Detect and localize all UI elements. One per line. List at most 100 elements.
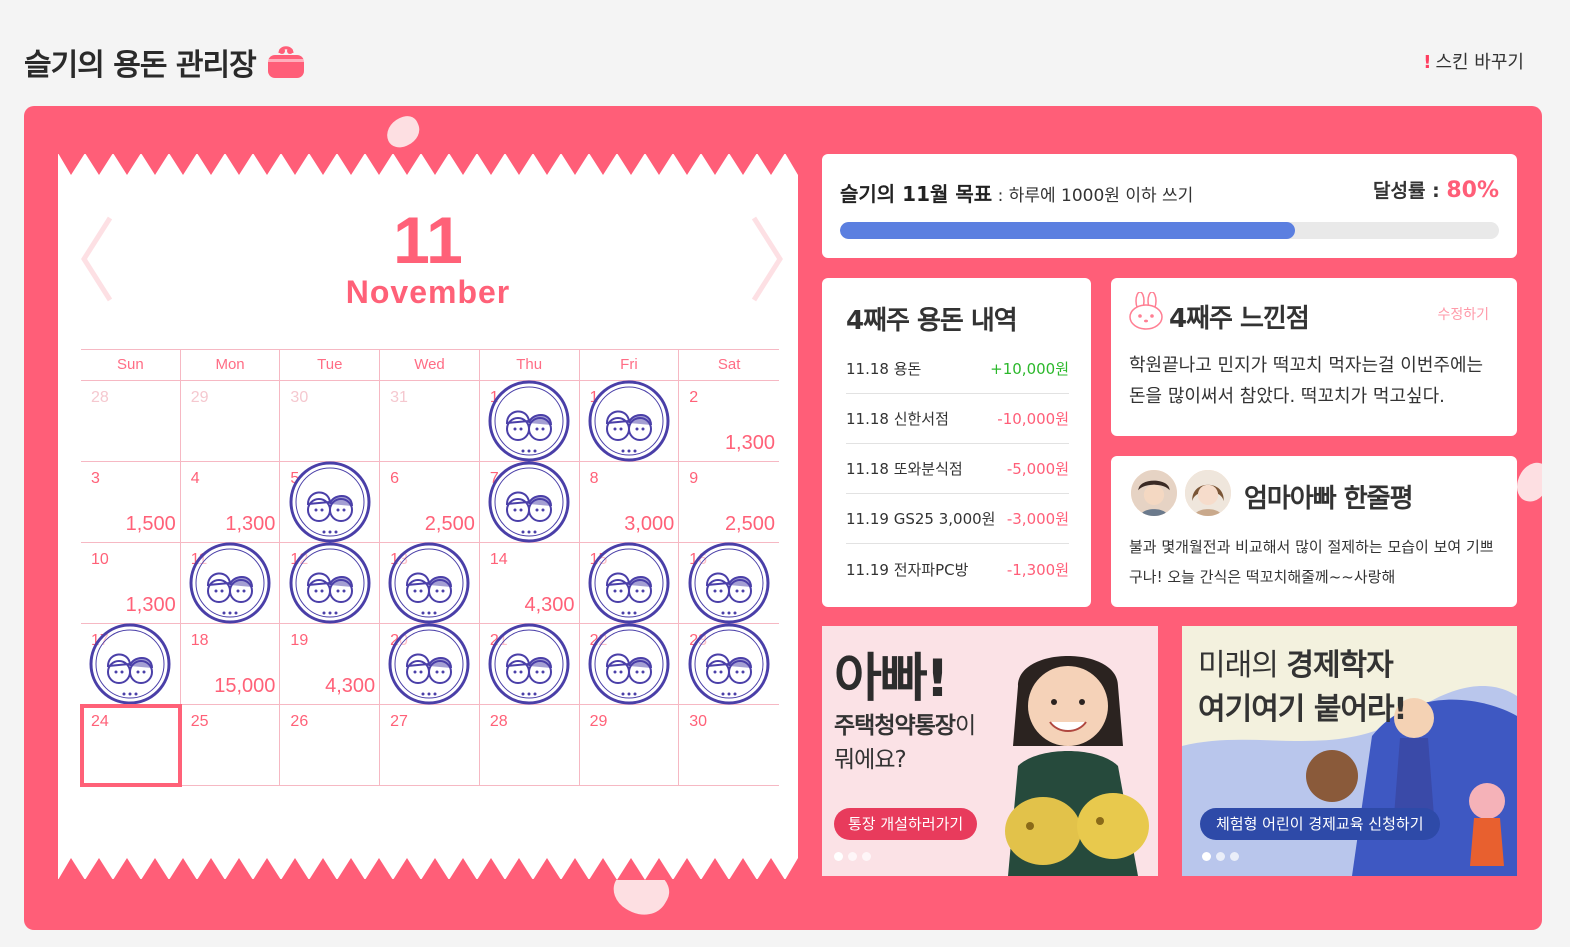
weekday-sat: Sat xyxy=(717,356,741,373)
weekday-wed: Wed xyxy=(380,350,480,380)
day-number: 11 xyxy=(190,551,208,568)
ledger-item: 11.18 또와분식점 -5,000원 xyxy=(846,444,1069,494)
calendar-day[interactable]: 26 xyxy=(280,705,381,786)
day-number: 27 xyxy=(390,713,408,730)
day-spent-amount: 1,300 xyxy=(225,513,276,535)
ad2-line2: 여기여기 붙어라! xyxy=(1198,692,1407,727)
calendar-day[interactable]: 15 xyxy=(579,542,680,624)
day-number: 30 xyxy=(290,389,309,406)
weekday-header: Sun Mon Tue Wed Thu Fri Sat xyxy=(81,349,779,381)
day-number: 9 xyxy=(689,470,699,487)
calendar-day[interactable]: 4 1,300 xyxy=(180,462,281,543)
calendar-day[interactable]: 9 2,500 xyxy=(679,462,779,543)
carousel-dot[interactable] xyxy=(834,852,843,861)
month-name: November xyxy=(345,274,511,310)
ad2-carousel-dots[interactable] xyxy=(1202,852,1239,861)
ad1-headline: 아빠! xyxy=(834,649,949,709)
change-skin-link[interactable]: ! 스킨 바꾸기 xyxy=(1423,48,1524,74)
ad2-line1-bold: 경제학자 xyxy=(1286,648,1393,683)
calendar-day[interactable]: 29 xyxy=(579,705,680,786)
page-title: 슬기의 용돈 관리장 xyxy=(24,40,306,84)
ad1-subtitle-line3: 뭐에요? xyxy=(834,747,907,773)
day-number: 15 xyxy=(589,551,608,568)
ledger-item-label: 11.19 전자파PC방 xyxy=(846,560,969,579)
calendar-day[interactable]: 16 xyxy=(679,542,779,624)
ledger-item-label: 11.18 신한서점 xyxy=(846,410,949,428)
good-job-stamp-icon xyxy=(588,380,670,462)
ad1-subtitle-bold: 주택청약통장 xyxy=(834,713,956,739)
parent-avatars xyxy=(1129,468,1233,518)
day-number: 20 xyxy=(390,632,408,649)
goal-card: 슬기의 11월 목표 : 하루에 1000원 이하 쓰기 달성률 : 80% xyxy=(822,154,1517,258)
carousel-dot[interactable] xyxy=(1202,852,1211,861)
calendar-day[interactable]: 28 xyxy=(81,381,181,462)
ledger-list: 11.18 용돈 +10,000원 11.18 신한서점 -10,000원 11.18 … xyxy=(846,344,1069,594)
goal-description: : 하루에 1000원 이하 쓰기 xyxy=(992,186,1194,206)
petal-decoration xyxy=(1513,458,1542,506)
day-number: 19 xyxy=(290,632,309,649)
calendar-day[interactable]: 30 xyxy=(280,381,381,462)
calendar-day[interactable]: 6 2,500 xyxy=(380,462,480,543)
edit-feeling-link[interactable]: 수정하기 xyxy=(1437,304,1489,324)
day-number: 28 xyxy=(489,713,508,730)
weekday-mon: Mon xyxy=(181,350,281,380)
calendar-day[interactable]: 29 xyxy=(180,381,281,462)
open-account-button[interactable]: 통장 개설하러가기 xyxy=(834,808,978,840)
calendar-paper: 11 November Sun Mon Tue Wed Thu Fri Sat 28 29 30… xyxy=(58,153,798,880)
apply-economics-class-button[interactable]: 체험형 어린이 경제교육 신청하기 xyxy=(1200,808,1440,840)
day-number: 13 xyxy=(390,551,408,568)
calendar-day[interactable]: 5 xyxy=(280,461,381,543)
alert-mark: ! xyxy=(1423,52,1432,73)
mom-avatar xyxy=(1183,468,1233,518)
day-number: 8 xyxy=(589,470,599,487)
calendar-day[interactable]: 3 1,500 xyxy=(81,462,181,543)
calendar-day[interactable]: 10 1,300 xyxy=(81,543,181,624)
carousel-dot[interactable] xyxy=(1230,852,1239,861)
economics-class-banner[interactable]: 미래의 경제학자 여기여기 붙어라! 체험형 어린이 경제교육 신청하기 xyxy=(1182,626,1517,876)
calendar-day-today[interactable]: 24 xyxy=(80,704,182,787)
carousel-dot[interactable] xyxy=(1216,852,1225,861)
ad1-carousel-dots[interactable] xyxy=(834,852,871,861)
calendar-day[interactable]: 28 xyxy=(479,705,580,786)
goal-title: 슬기의 11월 목표 : 하루에 1000원 이하 쓰기 xyxy=(840,178,1193,207)
good-job-stamp-icon xyxy=(488,461,570,543)
calendar-day[interactable]: 21 xyxy=(479,623,580,705)
day-number: 31 xyxy=(390,389,408,406)
day-spent-amount: 1,300 xyxy=(125,594,176,616)
calendar-day[interactable]: 22 xyxy=(579,623,680,705)
month-number: 11 xyxy=(393,203,463,277)
calendar-day[interactable]: 13 xyxy=(380,542,480,624)
day-number: 21 xyxy=(489,632,508,649)
carousel-dot[interactable] xyxy=(848,852,857,861)
calendar-day[interactable]: 17 xyxy=(81,623,181,705)
carousel-dot[interactable] xyxy=(862,852,871,861)
purse-icon xyxy=(267,46,304,78)
calendar-day[interactable]: 11 xyxy=(180,542,281,624)
calendar-day[interactable]: 1 xyxy=(579,380,680,462)
day-spent-amount: 2,500 xyxy=(424,513,475,535)
calendar-day[interactable]: 12 xyxy=(280,542,381,624)
weekly-ledger-card: 4째주 용돈 내역 11.18 용돈 +10,000원 11.18 신한서점 -10,… xyxy=(822,278,1091,607)
day-spent-amount: 1,300 xyxy=(724,432,775,454)
day-number: 6 xyxy=(390,470,400,487)
ledger-item-amount: +10,000원 xyxy=(990,360,1069,378)
calendar-day[interactable]: 7 xyxy=(479,461,580,543)
weekday-thu: Thu xyxy=(480,350,580,380)
savings-account-banner[interactable]: 아빠! 주택청약통장이 뭐에요? 통장 개설하러가기 xyxy=(822,626,1158,876)
calendar-day[interactable]: 20 xyxy=(380,623,480,705)
calendar-day[interactable]: 2 1,300 xyxy=(679,381,779,462)
calendar-day[interactable]: 18 15,000 xyxy=(180,624,281,705)
calendar-day[interactable]: 23 xyxy=(679,623,779,705)
calendar-day[interactable]: 14 4,300 xyxy=(479,543,580,624)
calendar-day[interactable]: 31 xyxy=(380,381,480,462)
feeling-title: 4째주 느낀점 xyxy=(1169,304,1310,334)
calendar-day[interactable]: 1 xyxy=(479,380,580,462)
calendar-day[interactable]: 8 3,000 xyxy=(579,462,680,543)
ledger-item: 11.18 용돈 +10,000원 xyxy=(846,344,1069,394)
calendar-day[interactable]: 19 4,300 xyxy=(280,624,381,705)
calendar-day[interactable]: 27 xyxy=(380,705,480,786)
ad2-line1-pre: 미래의 xyxy=(1198,648,1287,683)
calendar-day[interactable]: 25 xyxy=(180,705,281,786)
day-number: 17 xyxy=(91,632,109,649)
calendar-day[interactable]: 30 xyxy=(679,705,779,786)
